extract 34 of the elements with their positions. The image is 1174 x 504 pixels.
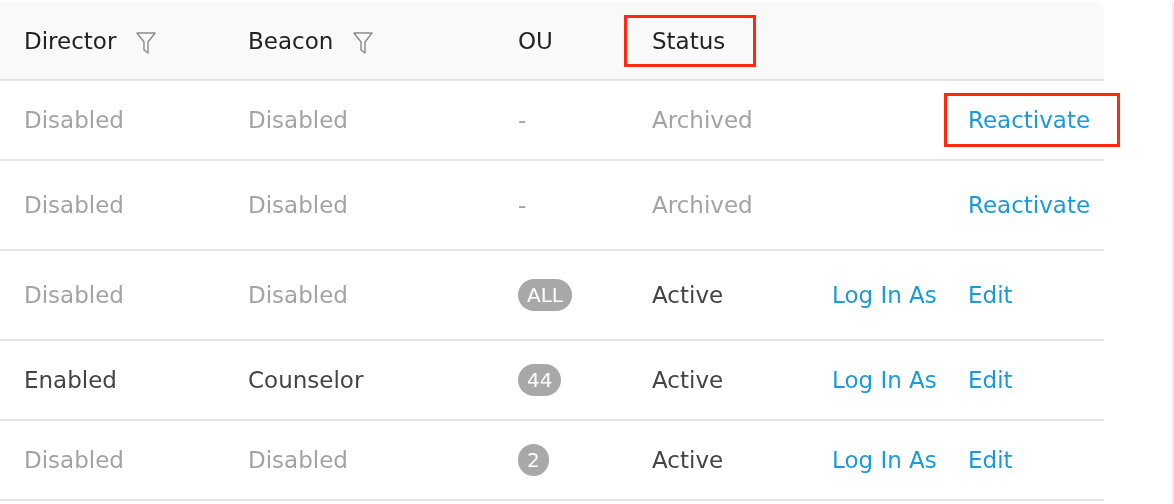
table-cell: Archived: [652, 107, 753, 133]
table-cell: Active: [652, 282, 724, 308]
action-link[interactable]: Log In As: [832, 282, 937, 308]
table-cell: Disabled: [248, 192, 348, 218]
count-badge: 2: [518, 444, 549, 476]
column-header: OU: [518, 27, 553, 54]
table-cell: -: [518, 192, 527, 218]
count-badge: 44: [518, 364, 562, 396]
count-badge: ALL: [518, 279, 572, 311]
table-cell: Disabled: [24, 107, 124, 133]
table-cell: Counselor: [248, 367, 364, 393]
action-link[interactable]: Log In As: [832, 367, 937, 393]
table-cell: Active: [652, 447, 724, 473]
table-cell: Disabled: [248, 282, 348, 308]
action-link[interactable]: Log In As: [832, 447, 937, 473]
action-link[interactable]: Edit: [968, 447, 1013, 473]
table-cell: Enabled: [24, 367, 117, 393]
table-cell: Disabled: [24, 282, 124, 308]
action-link[interactable]: Edit: [968, 367, 1013, 393]
action-link[interactable]: Reactivate: [944, 93, 1121, 147]
filter-icon[interactable]: [136, 31, 157, 54]
table-cell: Disabled: [248, 107, 348, 133]
filter-icon[interactable]: [353, 31, 374, 54]
column-header: Beacon: [248, 27, 334, 54]
column-header: Director: [24, 27, 117, 54]
column-header: Status: [624, 14, 757, 67]
table-cell: -: [518, 107, 527, 133]
table-cell: Disabled: [248, 447, 348, 473]
table-cell: Disabled: [24, 447, 124, 473]
table-cell: Active: [652, 367, 724, 393]
table-cell: Disabled: [24, 192, 124, 218]
table-cell: Archived: [652, 192, 753, 218]
action-link[interactable]: Edit: [968, 282, 1013, 308]
action-link[interactable]: Reactivate: [968, 192, 1091, 218]
